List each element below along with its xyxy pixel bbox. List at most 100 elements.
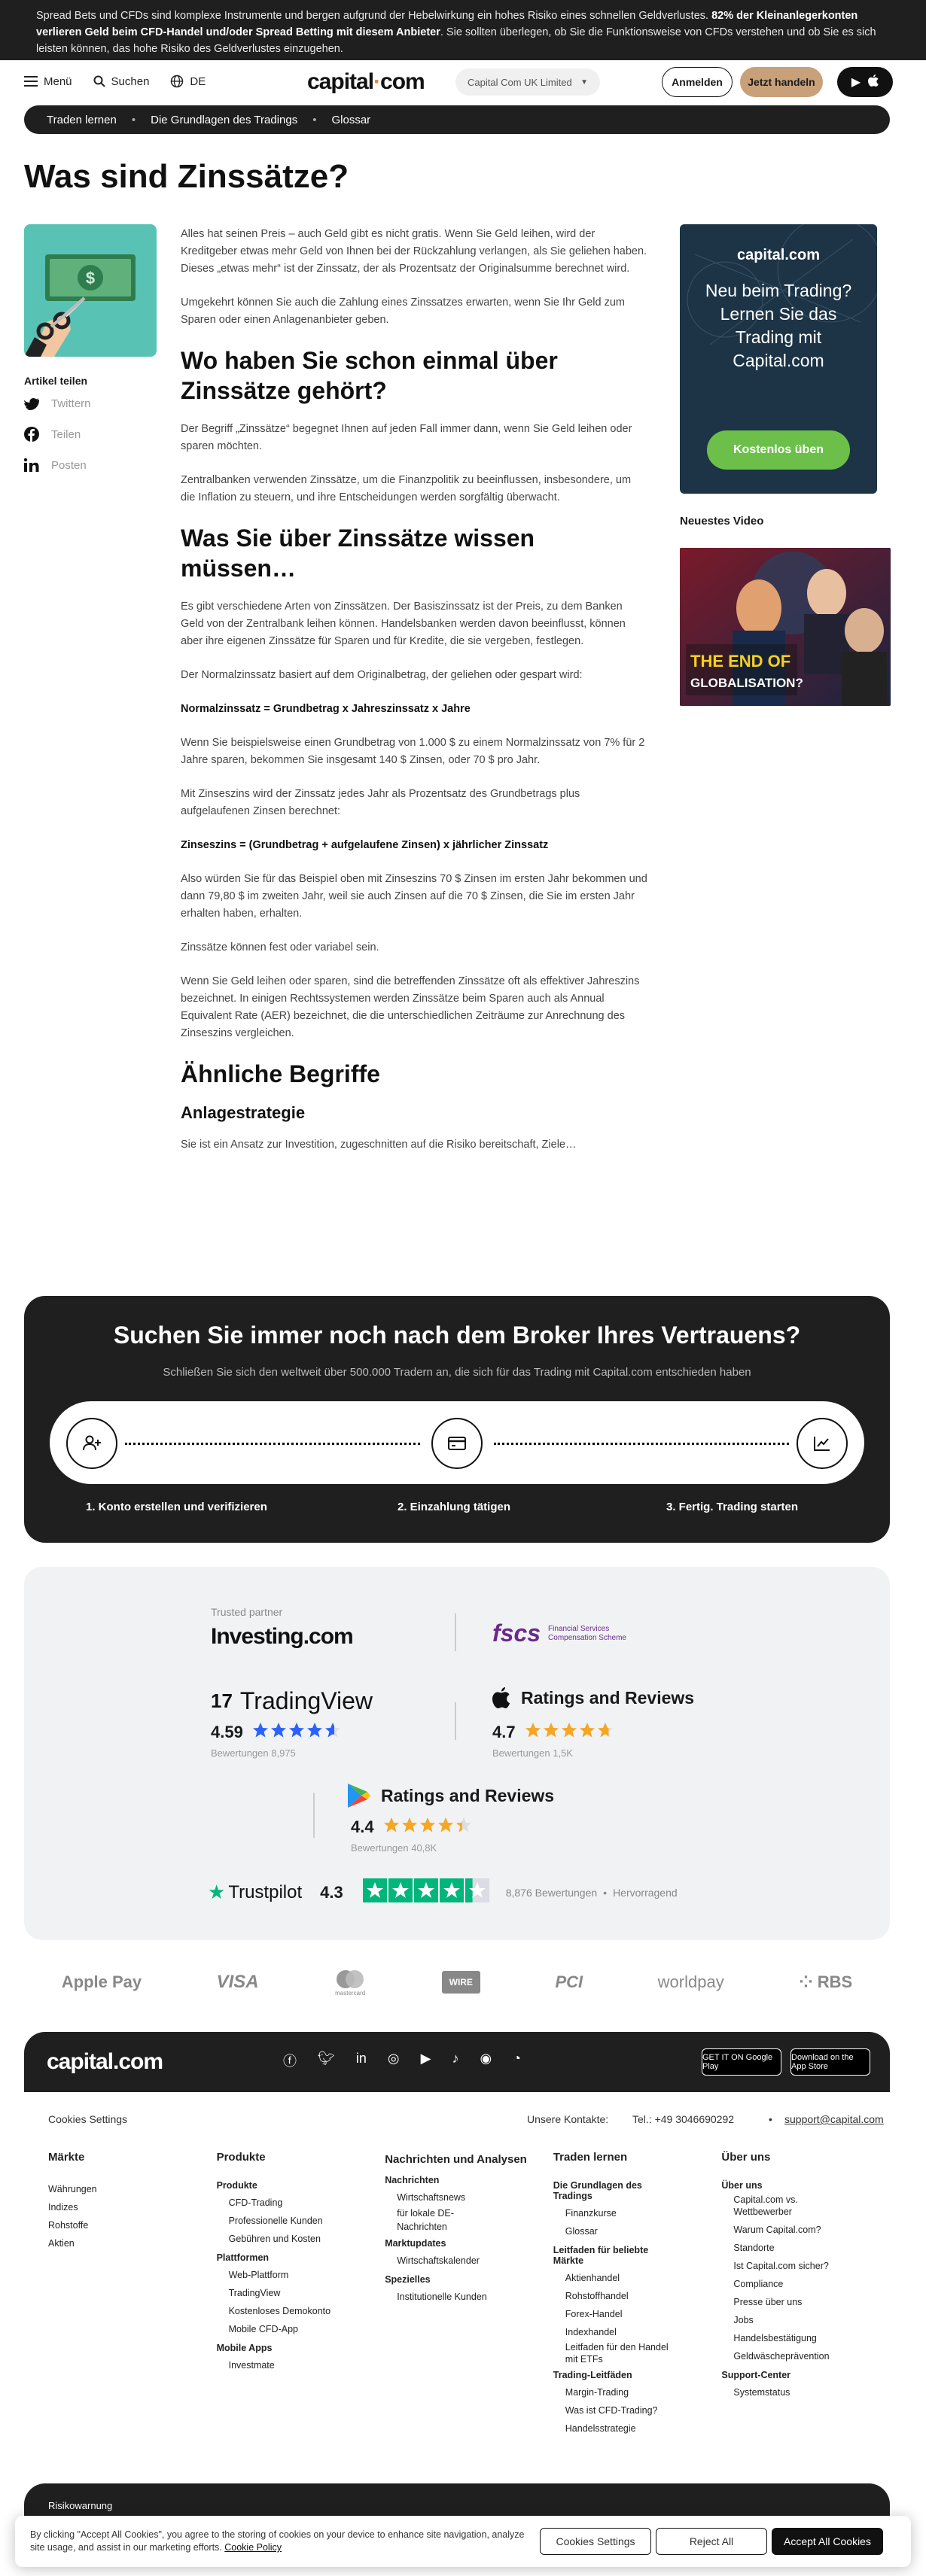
footer-link[interactable]: Margin-Trading: [553, 2383, 722, 2401]
footer-link[interactable]: Institutionelle Kunden: [385, 2288, 553, 2306]
breadcrumb-item-glossar[interactable]: Glossar: [332, 114, 371, 126]
share-linkedin-link[interactable]: Posten: [24, 458, 91, 472]
tiktok-icon[interactable]: ♪: [452, 2051, 458, 2070]
share-twitter-link[interactable]: Twittern: [24, 397, 91, 410]
related-term-link[interactable]: Anlagestrategie: [181, 1104, 647, 1121]
trade-now-button[interactable]: Jetzt handeln: [740, 67, 823, 97]
contact-phone[interactable]: Tel.: +49 3046690292: [632, 2113, 734, 2125]
instagram-icon[interactable]: ◎: [388, 2051, 400, 2070]
footer-top-bar: capital.com ⓕ 🐦︎ in ◎ ▶ ♪ ◉ ◔ GET IT ON …: [24, 2032, 890, 2092]
footer-link[interactable]: Systemstatus: [721, 2383, 890, 2401]
rss-icon[interactable]: ◔: [513, 2051, 521, 2070]
footer-link[interactable]: Indizes: [48, 2198, 217, 2216]
fscs-logo[interactable]: fscs Financial Services Compensation Sche…: [492, 1620, 626, 1647]
footer-group[interactable]: Über uns: [721, 2180, 890, 2191]
footer-link[interactable]: Gebühren und Kosten: [217, 2230, 385, 2248]
footer-cookie-settings-link[interactable]: Cookies Settings: [48, 2113, 127, 2125]
footer-link[interactable]: Was ist CFD-Trading?: [553, 2401, 722, 2419]
footer-link[interactable]: Währungen: [48, 2180, 217, 2198]
accept-all-cookies-button[interactable]: Accept All Cookies: [772, 2528, 883, 2555]
app-download-button[interactable]: ▶: [837, 67, 893, 97]
twitter-icon[interactable]: 🐦︎: [318, 2051, 335, 2070]
reddit-icon[interactable]: ◉: [480, 2051, 492, 2070]
site-logo[interactable]: capital·com: [307, 69, 425, 95]
cookie-policy-link[interactable]: Cookie Policy: [224, 2542, 282, 2553]
footer-link[interactable]: Finanzkurse: [553, 2204, 722, 2222]
youtube-icon[interactable]: ▶: [421, 2051, 431, 2070]
footer-link[interactable]: Standorte: [721, 2239, 890, 2257]
search-button[interactable]: Suchen: [93, 75, 149, 88]
article-paragraph: Zentralbanken verwenden Zinssätze, um di…: [181, 474, 632, 503]
footer-link[interactable]: Jobs: [721, 2311, 890, 2329]
footer-link[interactable]: Warum Capital.com?: [721, 2221, 890, 2239]
footer-group[interactable]: Leitfaden für beliebte Märkte: [553, 2245, 666, 2266]
svg-text:$: $: [86, 269, 95, 287]
trustpilot-rating[interactable]: ★ Trustpilot 4.3 8,876 Bewertungen • Her…: [208, 1878, 678, 1906]
language-label: DE: [190, 75, 206, 88]
language-selector[interactable]: DE: [170, 75, 206, 88]
breadcrumb-item-traden-lernen[interactable]: Traden lernen: [47, 114, 117, 126]
footer-link[interactable]: Capital.com vs. Wettbewerber: [721, 2194, 819, 2218]
google-stars: [383, 1817, 474, 1837]
app-store-button[interactable]: Download on the App Store: [790, 2048, 870, 2076]
reject-all-button[interactable]: Reject All: [656, 2528, 767, 2555]
contact-email[interactable]: support@capital.com: [784, 2113, 884, 2125]
login-button[interactable]: Anmelden: [662, 67, 733, 97]
investing-logo[interactable]: Investing.com: [211, 1624, 354, 1650]
footer-group[interactable]: Marktupdates: [385, 2238, 553, 2249]
footer-group[interactable]: Mobile Apps: [217, 2343, 385, 2353]
footer-link[interactable]: Compliance: [721, 2275, 890, 2293]
footer-link[interactable]: Handelsstrategie: [553, 2419, 722, 2438]
footer-link[interactable]: Mobile CFD-App: [217, 2320, 385, 2338]
footer-link[interactable]: Web-Plattform: [217, 2266, 385, 2284]
linkedin-icon[interactable]: in: [356, 2051, 367, 2070]
footer-group[interactable]: Spezielles: [385, 2274, 553, 2285]
share-facebook-link[interactable]: Teilen: [24, 427, 91, 442]
footer-link[interactable]: Wirtschaftsnews: [385, 2188, 553, 2206]
footer-link[interactable]: Handelsbestätigung: [721, 2329, 890, 2347]
entity-selector[interactable]: Capital Com UK Limited ▼: [455, 68, 600, 96]
footer-link[interactable]: Geldwäscheprävention: [721, 2347, 890, 2365]
footer-link[interactable]: Investmate: [217, 2356, 385, 2374]
footer-group[interactable]: Trading-Leitfäden: [553, 2370, 722, 2380]
footer-group[interactable]: Plattformen: [217, 2252, 385, 2263]
promo-card: capital.com Neu beim Trading? Lernen Sie…: [680, 224, 877, 494]
latest-video-thumbnail[interactable]: THE END OF GLOBALISATION?: [680, 548, 891, 706]
footer-link[interactable]: Rohstoffhandel: [553, 2287, 722, 2305]
google-play-ratings[interactable]: Ratings and Reviews: [348, 1784, 554, 1808]
apple-ratings[interactable]: Ratings and Reviews: [492, 1687, 694, 1708]
footer-link[interactable]: Rohstoffe: [48, 2216, 217, 2234]
tradingview-logo[interactable]: 17 TradingView: [211, 1687, 373, 1715]
trustpilot-star-icon: ★: [208, 1881, 226, 1903]
footer-group[interactable]: Die Grundlagen des Tradings: [553, 2180, 659, 2201]
footer-link[interactable]: Leitfaden für den Handel mit ETFs: [553, 2341, 681, 2365]
footer-link[interactable]: TradingView: [217, 2284, 385, 2302]
money-scissors-illustration: $: [24, 254, 136, 357]
latest-video-heading: Neuestes Video: [680, 515, 764, 528]
practice-free-button[interactable]: Kostenlos üben: [707, 430, 850, 470]
worldpay-logo: worldpay: [657, 1972, 724, 1991]
fscs-wordmark: fscs: [492, 1620, 541, 1647]
breadcrumb-item-grundlagen[interactable]: Die Grundlagen des Tradings: [151, 114, 297, 126]
footer-group[interactable]: Produkte: [217, 2180, 385, 2191]
footer-link[interactable]: Glossar: [553, 2222, 722, 2240]
footer-link[interactable]: für lokale DE-Nachrichten: [385, 2206, 468, 2234]
footer-logo[interactable]: capital.com: [47, 2049, 163, 2075]
cookie-settings-button[interactable]: Cookies Settings: [540, 2528, 651, 2555]
footer-link[interactable]: Ist Capital.com sicher?: [721, 2257, 890, 2275]
facebook-icon[interactable]: ⓕ: [283, 2051, 297, 2070]
footer-link[interactable]: Aktien: [48, 2234, 217, 2252]
footer-group[interactable]: Support-Center: [721, 2370, 890, 2380]
footer-link[interactable]: Aktienhandel: [553, 2269, 722, 2287]
footer-col-products: Produkte Produkte CFD-Trading Profession…: [217, 2151, 385, 2438]
footer-link[interactable]: Wirtschaftskalender: [385, 2252, 553, 2270]
footer-link[interactable]: Kostenloses Demokonto: [217, 2302, 385, 2320]
google-play-store-button[interactable]: GET IT ON Google Play: [702, 2048, 781, 2076]
footer-link[interactable]: Indexhandel: [553, 2323, 722, 2341]
footer-link[interactable]: Professionelle Kunden: [217, 2212, 385, 2230]
footer-link[interactable]: CFD-Trading: [217, 2194, 385, 2212]
footer-link[interactable]: Presse über uns: [721, 2293, 890, 2311]
menu-button[interactable]: Menü: [24, 75, 72, 88]
footer-link[interactable]: Forex-Handel: [553, 2305, 722, 2323]
footer-group[interactable]: Nachrichten: [385, 2175, 553, 2185]
